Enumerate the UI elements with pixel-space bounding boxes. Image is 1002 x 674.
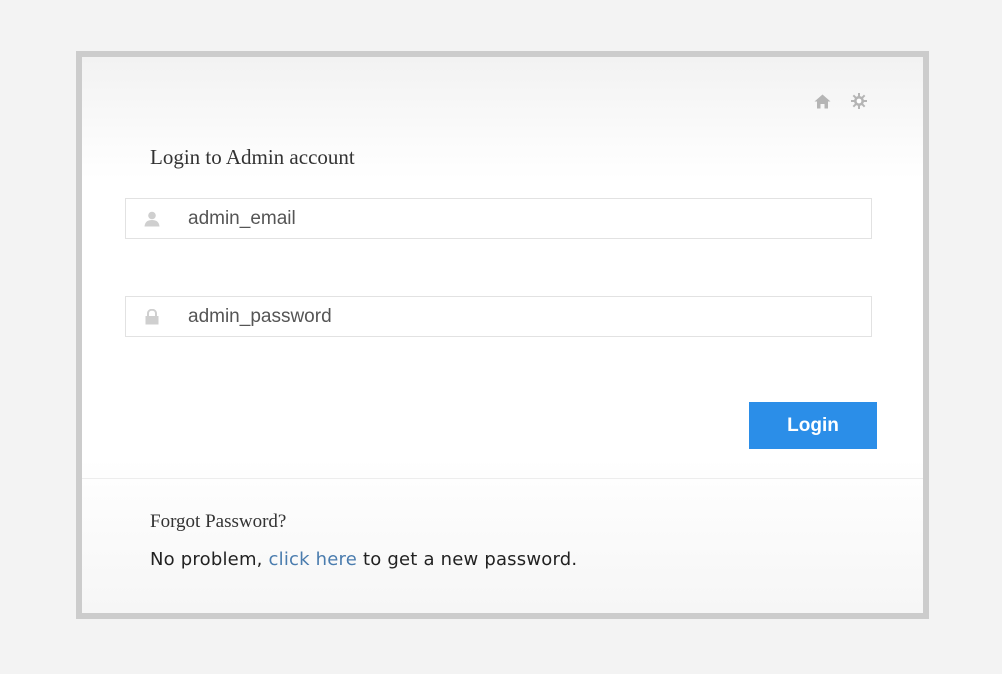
- reset-password-link[interactable]: click here: [269, 549, 358, 570]
- divider: [82, 478, 923, 479]
- password-field[interactable]: [125, 296, 872, 337]
- top-icons: [814, 93, 867, 109]
- forgot-text-after: to get a new password.: [357, 549, 578, 570]
- lock-icon: [126, 308, 178, 325]
- login-panel: Login to Admin account Login Forgot Pass…: [76, 51, 929, 619]
- user-icon: [126, 211, 178, 227]
- email-field[interactable]: [125, 198, 872, 239]
- login-button[interactable]: Login: [749, 402, 877, 449]
- forgot-password-title: Forgot Password?: [150, 511, 287, 532]
- forgot-text-before: No problem,: [150, 549, 269, 570]
- home-icon[interactable]: [814, 94, 831, 109]
- email-input[interactable]: [178, 199, 871, 238]
- password-input[interactable]: [178, 297, 871, 336]
- page-title: Login to Admin account: [150, 145, 355, 169]
- gear-icon[interactable]: [851, 93, 867, 109]
- forgot-password-text: No problem, click here to get a new pass…: [150, 549, 577, 570]
